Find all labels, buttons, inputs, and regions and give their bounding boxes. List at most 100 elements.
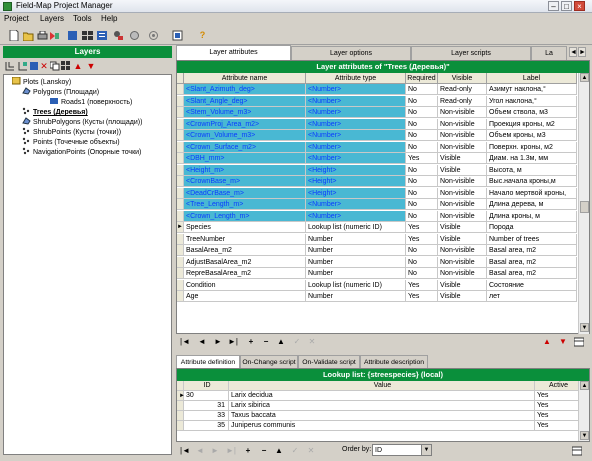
- table-cell-name[interactable]: Condition: [184, 279, 306, 291]
- table-cell-label[interactable]: Выс.начала кроны,м: [487, 176, 577, 187]
- add-layer-icon[interactable]: [5, 61, 15, 71]
- table-cell-required[interactable]: No: [406, 164, 438, 176]
- nav-prev-icon[interactable]: ◄: [197, 337, 207, 347]
- nav-cancel-icon[interactable]: ✕: [307, 337, 317, 347]
- table-cell-label[interactable]: лет: [487, 291, 577, 302]
- table-cell-label[interactable]: Высота, м: [487, 164, 577, 176]
- lookup-cell-active[interactable]: Yes: [535, 391, 581, 401]
- tab-attribute-definition[interactable]: Attribute definition: [176, 355, 240, 368]
- open-project-icon[interactable]: [23, 30, 34, 41]
- table-cell-name[interactable]: Age: [184, 291, 306, 302]
- table-row[interactable]: <CrownProj_Area_m2> <Number> No Non-visible…: [177, 118, 577, 130]
- column-header-type[interactable]: Attribute type: [306, 73, 406, 84]
- nav-last-icon[interactable]: ►|: [228, 337, 238, 347]
- table-row[interactable]: <Crown_Length_m> <Number> No Non-visible Дли…: [177, 210, 577, 222]
- nav-first-icon[interactable]: |◄: [180, 337, 190, 347]
- lookup-cell-id[interactable]: 31: [184, 401, 229, 411]
- tree-item-shrubpoints[interactable]: ShrubPoints (Кусты (точки)): [22, 127, 121, 137]
- tab-on-change-script[interactable]: On-Change script: [240, 355, 298, 368]
- nav-delete-icon[interactable]: −: [261, 337, 271, 347]
- table-cell-visible[interactable]: Non-visible: [438, 210, 487, 222]
- list-item[interactable]: ► 30 Larix decidua Yes: [177, 391, 581, 401]
- table-cell-visible[interactable]: Read-only: [438, 95, 487, 107]
- tree-item-trees[interactable]: Trees (Деревья): [22, 107, 88, 117]
- table-cell-required[interactable]: Yes: [406, 279, 438, 291]
- table-cell-label[interactable]: Basal area, m2: [487, 268, 577, 279]
- delete-layer-icon[interactable]: ✕: [39, 61, 49, 71]
- lookup-cell-id[interactable]: 30: [184, 391, 229, 401]
- layers-icon[interactable]: [82, 30, 93, 41]
- table-cell-name[interactable]: RepreBasalArea_m2: [184, 268, 306, 279]
- help-icon[interactable]: ?: [197, 30, 208, 41]
- lookup-cell-value[interactable]: Taxus baccata: [229, 411, 535, 421]
- table-cell-required[interactable]: No: [406, 176, 438, 187]
- table-cell-label[interactable]: Basal area, m2: [487, 256, 577, 268]
- options-icon[interactable]: [148, 30, 159, 41]
- table-cell-type[interactable]: <Height>: [306, 176, 406, 187]
- menu-help[interactable]: Help: [101, 14, 117, 23]
- table-cell-name[interactable]: <Slant_Azimuth_deg>: [184, 84, 306, 95]
- table-cell-label[interactable]: Поверхн. кроны, м2: [487, 141, 577, 153]
- nav-post-icon[interactable]: ✓: [292, 337, 302, 347]
- import-icon[interactable]: [49, 30, 60, 41]
- table-cell-type[interactable]: <Number>: [306, 153, 406, 164]
- table-cell-required[interactable]: No: [406, 141, 438, 153]
- table-cell-visible[interactable]: Non-visible: [438, 118, 487, 130]
- table-cell-visible[interactable]: Visible: [438, 222, 487, 233]
- table-cell-required[interactable]: Yes: [406, 233, 438, 245]
- table-row[interactable]: <DBH_mm> <Number> Yes Visible Диам. на 1.3м,…: [177, 153, 577, 164]
- chevron-down-icon[interactable]: ▼: [421, 445, 431, 455]
- lookup-cell-active[interactable]: Yes: [535, 401, 581, 411]
- tree-item-navigationpoints[interactable]: NavigationPoints (Опорные точки): [22, 147, 141, 157]
- column-header-name[interactable]: Attribute name: [184, 73, 306, 84]
- table-cell-label[interactable]: Basal area, m2: [487, 245, 577, 256]
- table-cell-name[interactable]: <Stem_Volume_m3>: [184, 107, 306, 118]
- move-down-icon[interactable]: ▼: [86, 61, 96, 71]
- table-cell-name[interactable]: <Crown_Surface_m2>: [184, 141, 306, 153]
- table-cell-required[interactable]: No: [406, 268, 438, 279]
- tree-item-points[interactable]: Points (Точечные объекты): [22, 137, 120, 147]
- tab-scroll-left[interactable]: ◄: [569, 47, 577, 57]
- menu-project[interactable]: Project: [4, 14, 29, 23]
- copy-layer-icon[interactable]: [50, 61, 60, 71]
- table-cell-name[interactable]: <CrownBase_m>: [184, 176, 306, 187]
- table-cell-type[interactable]: Lookup list (numeric ID): [306, 222, 406, 233]
- table-cell-name[interactable]: <Tree_Length_m>: [184, 199, 306, 210]
- table-cell-name[interactable]: <Height_m>: [184, 164, 306, 176]
- table-cell-label[interactable]: Длина дерева, м: [487, 199, 577, 210]
- table-cell-name[interactable]: <CrownProj_Area_m2>: [184, 118, 306, 130]
- lookup-column-id[interactable]: ID: [184, 381, 229, 391]
- attr-move-down-icon[interactable]: ▼: [558, 337, 568, 347]
- database-icon[interactable]: [67, 30, 78, 41]
- attr-grid-icon[interactable]: [573, 337, 585, 347]
- table-cell-visible[interactable]: Visible: [438, 233, 487, 245]
- attr-move-up-icon[interactable]: ▲: [542, 337, 552, 347]
- table-cell-required[interactable]: No: [406, 187, 438, 199]
- tree-item-plots[interactable]: Plots (Lanskoy): [12, 77, 71, 87]
- table-cell-label[interactable]: Длина кроны, м: [487, 210, 577, 222]
- lk-prev-icon[interactable]: ◄: [195, 446, 205, 456]
- menu-tools[interactable]: Tools: [73, 14, 92, 23]
- tab-scroll-right[interactable]: ►: [578, 47, 586, 57]
- table-row[interactable]: <Slant_Azimuth_deg> <Number> No Read-only Аз…: [177, 84, 577, 95]
- table-cell-visible[interactable]: Visible: [438, 164, 487, 176]
- table-row[interactable]: Condition Lookup list (numeric ID) Yes Visi…: [177, 279, 577, 291]
- table-cell-label[interactable]: Состояние: [487, 279, 577, 291]
- table-cell-label[interactable]: Number of trees: [487, 233, 577, 245]
- table-cell-name[interactable]: <DBH_mm>: [184, 153, 306, 164]
- tree-item-polygons[interactable]: Polygons (Площади): [22, 87, 99, 97]
- table-cell-type[interactable]: <Height>: [306, 187, 406, 199]
- table-cell-label[interactable]: Угол наклона,°: [487, 95, 577, 107]
- table-cell-label[interactable]: Проекция кроны, м2: [487, 118, 577, 130]
- table-cell-type[interactable]: <Number>: [306, 210, 406, 222]
- lk-delete-icon[interactable]: −: [259, 446, 269, 456]
- order-by-select[interactable]: ID ▼: [372, 444, 432, 456]
- table-cell-visible[interactable]: Non-visible: [438, 245, 487, 256]
- lookup-scroll-up-arrow[interactable]: ▲: [580, 381, 589, 390]
- table-cell-visible[interactable]: Non-visible: [438, 130, 487, 141]
- tab-more[interactable]: La: [531, 46, 567, 60]
- table-cell-name[interactable]: Species: [184, 222, 306, 233]
- table-cell-name[interactable]: BasalArea_m2: [184, 245, 306, 256]
- table-row[interactable]: BasalArea_m2 Number No Non-visible Basal are…: [177, 245, 577, 256]
- lk-first-icon[interactable]: |◄: [180, 446, 190, 456]
